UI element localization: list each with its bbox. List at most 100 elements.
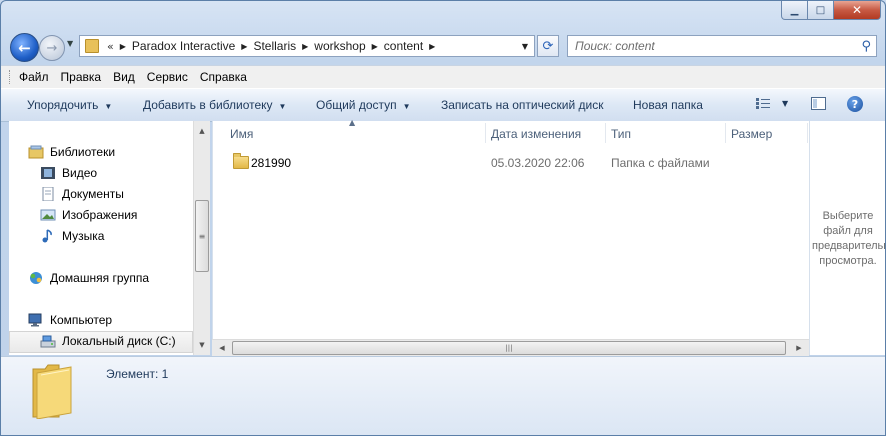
chevron-right-icon[interactable]: ▶ [372, 42, 378, 51]
recent-pages-dropdown-icon[interactable]: ▼ [67, 39, 73, 48]
video-icon [41, 167, 55, 179]
menu-tools[interactable]: Сервис [147, 70, 188, 84]
table-row[interactable]: 281990 05.03.2020 22:06 Папка с файлами [213, 151, 810, 173]
back-button[interactable]: ← [10, 33, 39, 62]
file-list-horizontal-scrollbar[interactable]: ◀ ||| ▶ [212, 339, 809, 356]
command-bar: Упорядочить ▼ Добавить в библиотеку ▼ Общи… [1, 88, 885, 122]
column-divider[interactable] [807, 123, 808, 143]
sidebar-item-label: Видео [62, 166, 98, 180]
address-dropdown-icon[interactable]: ▼ [522, 42, 528, 51]
column-divider[interactable] [725, 123, 726, 143]
sidebar-item-video[interactable]: Видео [40, 166, 97, 180]
breadcrumb-content[interactable]: content [384, 39, 423, 53]
documents-icon [42, 187, 54, 201]
breadcrumb-workshop[interactable]: workshop [314, 39, 365, 53]
sort-ascending-icon: ▲ [349, 118, 356, 127]
refresh-icon: ⟳ [542, 38, 554, 54]
sidebar-item-label: Музыка [62, 229, 105, 243]
share-label: Общий доступ [316, 98, 397, 112]
chevron-down-icon: ▼ [402, 102, 411, 111]
minimize-button[interactable]: ▁ [781, 1, 808, 20]
preview-pane: Выберите файл для предварительного просм… [809, 121, 885, 355]
menu-grip [9, 70, 13, 84]
sidebar-item-homegroup[interactable]: Домашняя группа [28, 271, 149, 285]
search-icon[interactable]: ⚲ [861, 39, 871, 54]
new-folder-button[interactable]: Новая папка [633, 98, 703, 112]
organize-button[interactable]: Упорядочить ▼ [27, 98, 112, 112]
music-icon [42, 229, 52, 243]
column-header-size[interactable]: Размер [731, 127, 772, 141]
close-button[interactable]: ✕ [834, 1, 881, 20]
drive-icon [40, 335, 56, 348]
scrollbar-thumb[interactable]: ||| [232, 341, 786, 355]
preview-message: Выберите файл для предварительного просм… [812, 210, 885, 267]
file-type: Папка с файлами [611, 156, 710, 170]
menu-file[interactable]: Файл [19, 70, 49, 84]
sidebar-item-documents[interactable]: Документы [40, 187, 124, 201]
menu-help[interactable]: Справка [200, 70, 247, 84]
sidebar-item-label: Компьютер [50, 313, 113, 327]
organize-label: Упорядочить [27, 98, 99, 112]
address-overflow-chevron[interactable]: « [107, 40, 114, 53]
chevron-right-icon: ▶ [119, 41, 126, 51]
burn-to-disc-button[interactable]: Записать на оптический диск [441, 98, 604, 112]
images-icon [40, 209, 56, 221]
forward-button[interactable]: → [39, 35, 65, 61]
scroll-left-icon[interactable]: ◀ [214, 340, 230, 356]
scrollbar-thumb[interactable]: ≡ [195, 200, 209, 272]
navigation-pane-scrollbar[interactable]: ▲ ≡ ▼ [193, 121, 210, 355]
scroll-up-icon[interactable]: ▲ [194, 123, 210, 139]
file-name: 281990 [251, 156, 292, 170]
file-list: ▲ Имя Дата изменения Тип Размер 281990 0… [212, 118, 810, 355]
chevron-right-icon[interactable]: ▶ [429, 42, 435, 51]
maximize-button[interactable]: □ [808, 1, 834, 20]
sidebar-item-music[interactable]: Музыка [40, 229, 104, 243]
share-button[interactable]: Общий доступ ▼ [316, 98, 411, 112]
column-header-name[interactable]: Имя [230, 127, 253, 141]
add-to-library-button[interactable]: Добавить в библиотеку ▼ [143, 98, 286, 112]
homegroup-icon [30, 272, 42, 284]
preview-pane-toggle-icon[interactable] [811, 97, 826, 110]
libraries-icon [28, 145, 44, 159]
menu-view[interactable]: Вид [113, 70, 135, 84]
scroll-down-icon[interactable]: ▼ [194, 337, 210, 353]
navigation-bar: ← → ▼ « ▶ Paradox Interactive ▶ Stellari… [1, 29, 885, 63]
chevron-right-icon[interactable]: ▶ [302, 42, 308, 51]
menu-edit[interactable]: Правка [61, 70, 102, 84]
item-count: Элемент: 1 [106, 367, 169, 381]
sidebar-item-libraries[interactable]: Библиотеки [28, 145, 115, 159]
scroll-right-icon[interactable]: ▶ [791, 340, 807, 356]
breadcrumb-stellaris[interactable]: Stellaris [253, 39, 296, 53]
computer-icon [28, 313, 42, 327]
column-header-type[interactable]: Тип [611, 127, 631, 141]
column-header-date[interactable]: Дата изменения [491, 127, 581, 141]
view-options-icon[interactable] [756, 98, 770, 110]
folder-icon [233, 153, 249, 169]
view-options-dropdown-icon[interactable]: ▼ [782, 99, 788, 108]
sidebar-item-label: Документы [62, 187, 124, 201]
help-icon[interactable]: ? [847, 96, 863, 112]
details-pane: Элемент: 1 [1, 356, 885, 435]
column-divider[interactable] [605, 123, 606, 143]
search-placeholder: Поиск: content [575, 39, 655, 53]
sidebar-item-label: Изображения [62, 208, 138, 222]
sidebar-item-computer[interactable]: Компьютер [28, 313, 112, 327]
chevron-down-icon: ▼ [278, 102, 287, 111]
chevron-down-icon: ▼ [104, 102, 113, 111]
folder-icon [32, 364, 72, 419]
sidebar-item-label: Домашняя группа [50, 271, 150, 285]
breadcrumb-paradox-interactive[interactable]: Paradox Interactive [132, 39, 235, 53]
menu-bar: Файл Правка Вид Сервис Справка [1, 65, 885, 88]
address-bar[interactable]: « ▶ Paradox Interactive ▶ Stellaris ▶ wo… [79, 35, 535, 57]
column-divider[interactable] [485, 123, 486, 143]
search-input[interactable]: Поиск: content ⚲ [567, 35, 877, 57]
folder-icon [85, 39, 99, 53]
sidebar-item-local-disk[interactable]: Локальный диск (C:) [40, 334, 176, 348]
refresh-button[interactable]: ⟳ [537, 35, 559, 57]
add-to-library-label: Добавить в библиотеку [143, 98, 273, 112]
column-headers: ▲ Имя Дата изменения Тип Размер [213, 118, 810, 145]
chevron-right-icon[interactable]: ▶ [241, 42, 247, 51]
explorer-window: ▁ □ ✕ ← → ▼ « ▶ Paradox Interactive ▶ St… [0, 0, 886, 436]
sidebar-item-label: Библиотеки [50, 145, 116, 159]
sidebar-item-images[interactable]: Изображения [40, 208, 137, 222]
